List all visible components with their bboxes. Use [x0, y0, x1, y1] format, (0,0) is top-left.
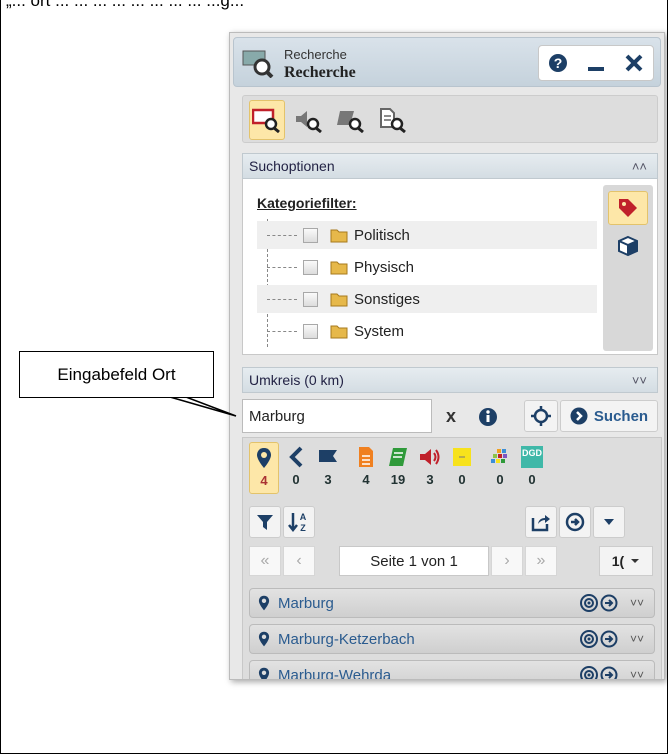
callout-label: Eingabefeld Ort: [19, 351, 214, 398]
